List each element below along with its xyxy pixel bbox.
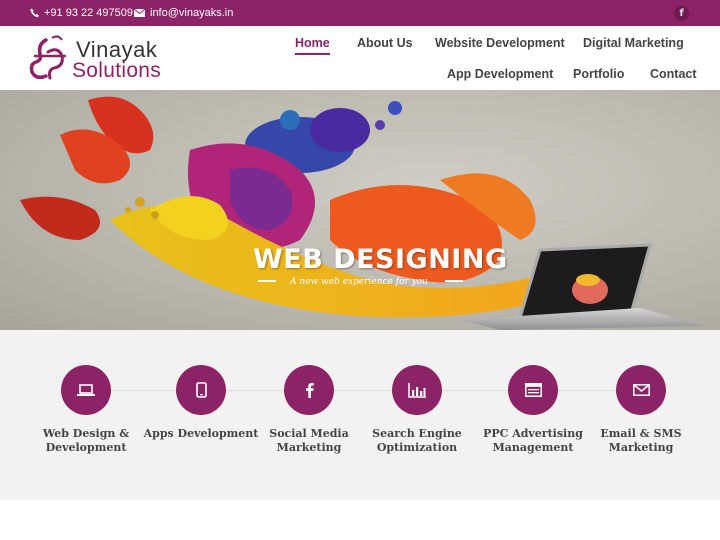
service-icon-circle xyxy=(61,365,111,415)
envelope-icon xyxy=(632,384,650,396)
service-icon-circle xyxy=(284,365,334,415)
facebook-link-icon[interactable]: f xyxy=(674,6,689,21)
logo[interactable]: Vinayak Solutions xyxy=(28,32,178,84)
service-label: Email & SMS Marketing xyxy=(600,427,682,454)
service-icon-circle xyxy=(176,365,226,415)
phone-number: +91 93 22 497509 xyxy=(44,7,134,19)
mobile-icon xyxy=(195,382,207,398)
service-icon-circle xyxy=(508,365,558,415)
phone-contact[interactable]: +91 93 22 497509 xyxy=(30,0,133,26)
nav-about-us[interactable]: About Us xyxy=(357,36,413,50)
nav-app-development[interactable]: App Development xyxy=(447,67,553,81)
service-label: Web Design & Development xyxy=(42,427,130,454)
phone-icon xyxy=(30,8,39,18)
nav-home[interactable]: Home xyxy=(295,36,330,55)
email-address: info@vinayaks.in xyxy=(150,7,234,19)
service-icon-circle xyxy=(392,365,442,415)
laptop-icon xyxy=(77,383,95,396)
bar-chart-icon xyxy=(408,382,426,398)
service-email-sms[interactable]: Email & SMS Marketing xyxy=(576,365,706,455)
facebook-icon xyxy=(305,383,314,398)
service-seo[interactable]: Search Engine Optimization xyxy=(352,365,482,455)
site-header: Vinayak Solutions Home About Us Website … xyxy=(0,26,720,90)
top-contact-bar: +91 93 22 497509 info@vinayaks.in f xyxy=(0,0,720,26)
paint-splash-artwork xyxy=(20,96,705,330)
service-label: Search Engine Optimization xyxy=(372,427,462,454)
logo-text-solutions: Solutions xyxy=(72,59,162,82)
hero-subtitle: A new web experience for you xyxy=(290,277,428,287)
services-section: Web Design & Development Apps Developmen… xyxy=(0,330,720,500)
logo-emblem-icon xyxy=(29,35,66,80)
service-web-design[interactable]: Web Design & Development xyxy=(21,365,151,455)
envelope-small-icon xyxy=(134,9,145,17)
email-contact[interactable]: info@vinayaks.in xyxy=(134,0,233,26)
nav-portfolio[interactable]: Portfolio xyxy=(573,67,624,81)
service-icon-circle xyxy=(616,365,666,415)
hero-title: WEB DESIGNING xyxy=(253,244,508,275)
hero-banner: WEB DESIGNING A new web experience for y… xyxy=(0,90,720,330)
nav-digital-marketing[interactable]: Digital Marketing xyxy=(583,36,684,50)
nav-website-development[interactable]: Website Development xyxy=(435,36,565,50)
browser-window-icon xyxy=(524,383,542,397)
nav-contact[interactable]: Contact xyxy=(650,67,697,81)
